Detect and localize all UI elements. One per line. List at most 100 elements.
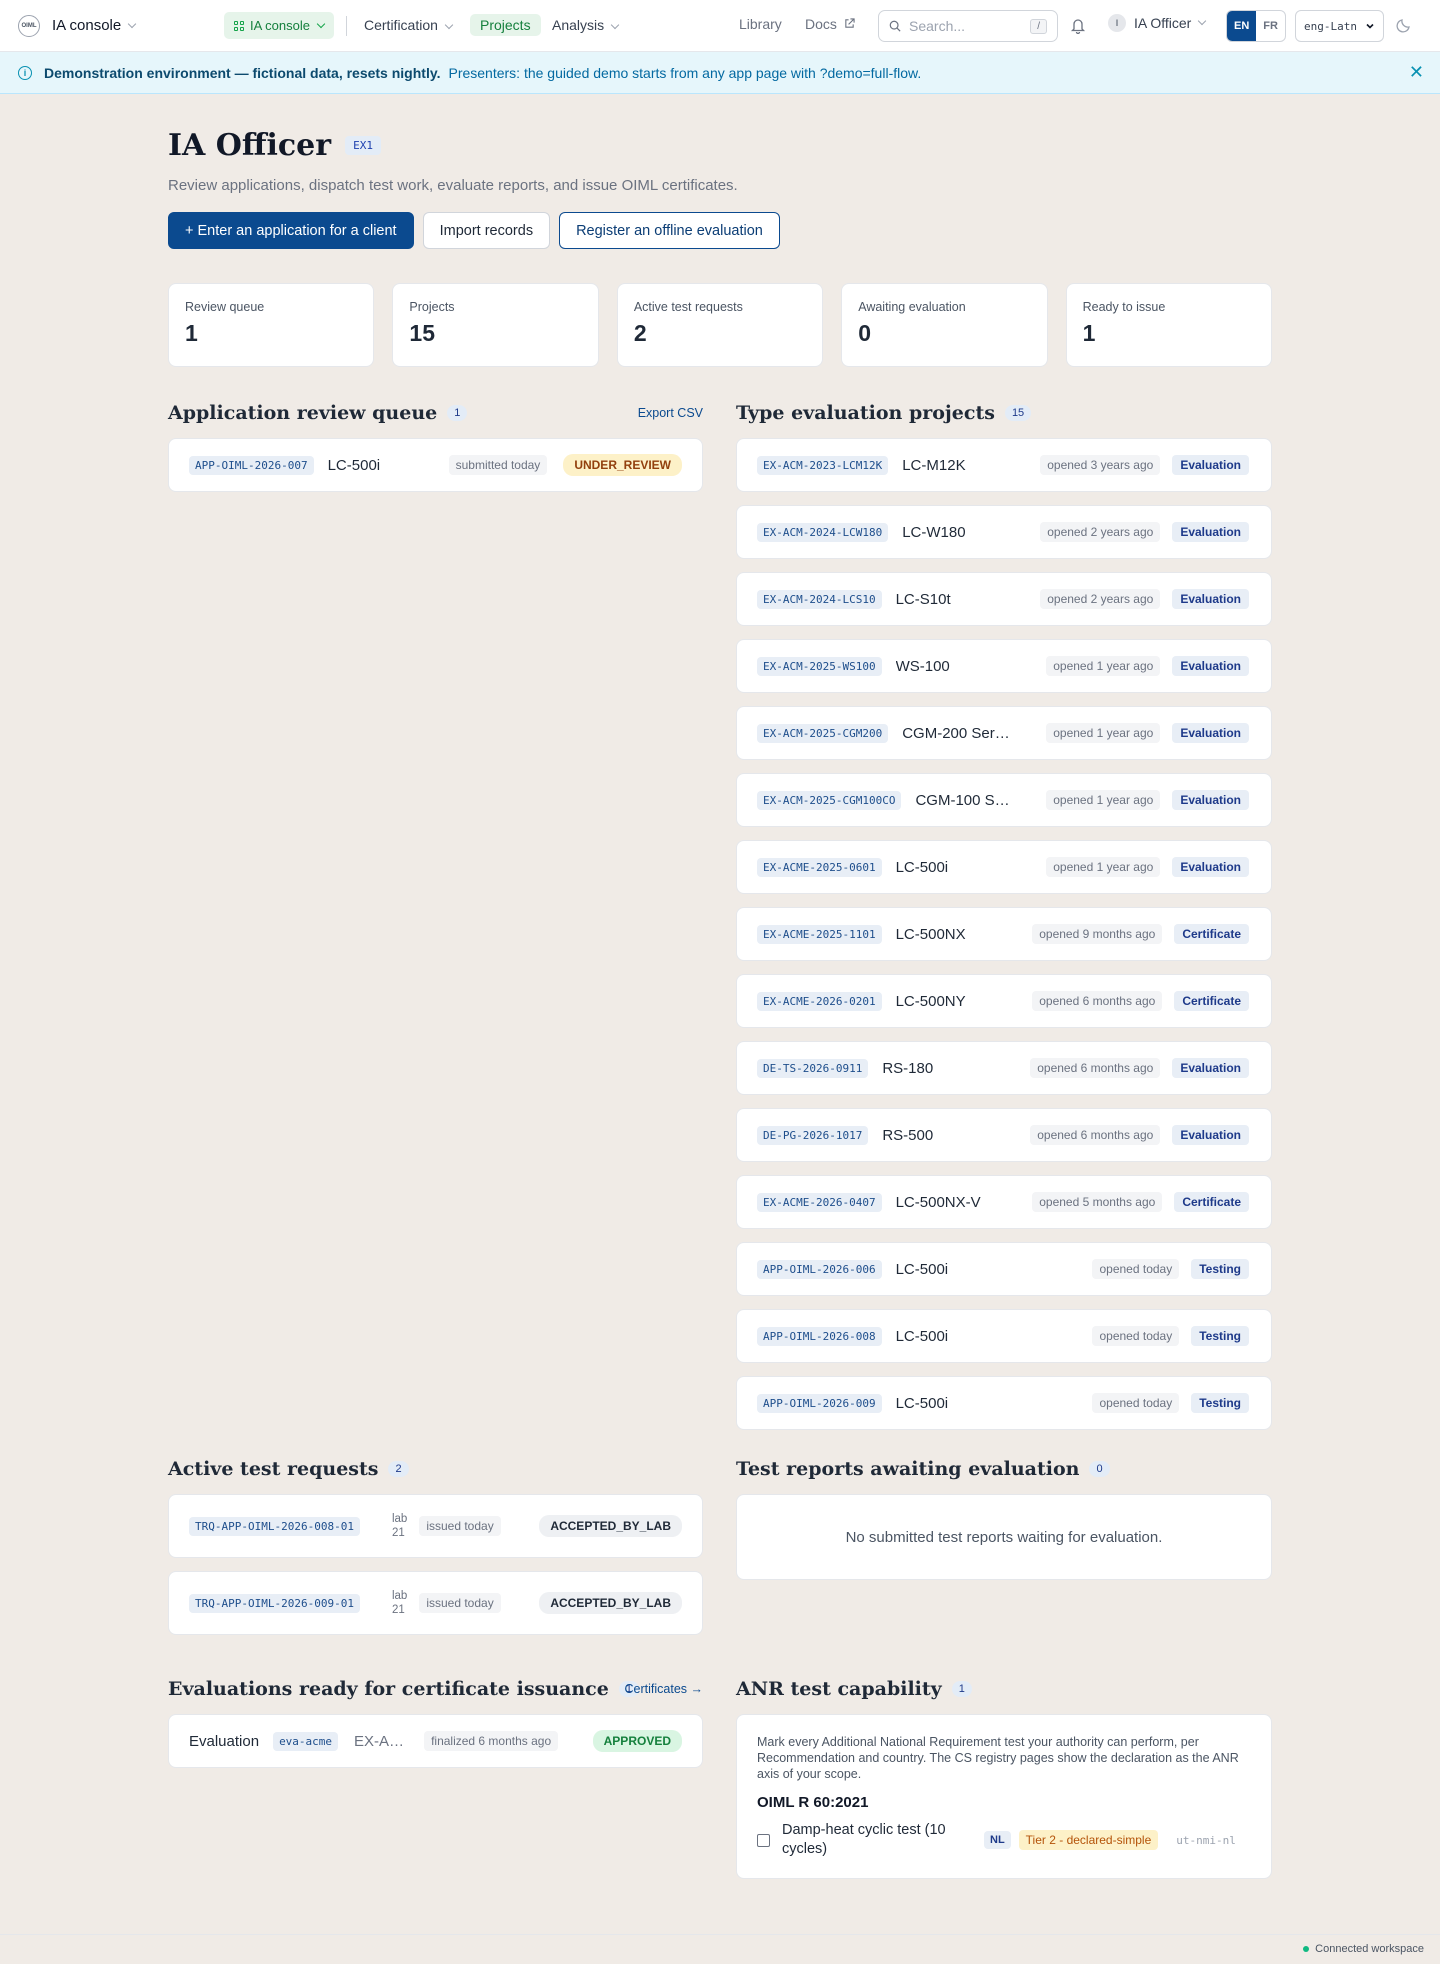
export-csv-link[interactable]: Export CSV <box>638 406 703 420</box>
stats-row: Review queue 1 Projects 15 Active test req… <box>168 283 1273 367</box>
project-code: APP-OIML-2026-006 <box>757 1259 882 1279</box>
chevron-down-icon <box>610 20 620 30</box>
project-meta: opened today Testing <box>1092 1393 1249 1413</box>
reports-count: 0 <box>1089 1461 1110 1477</box>
project-time: opened 6 months ago <box>1030 1125 1161 1145</box>
project-code: APP-OIML-2026-008 <box>757 1326 882 1346</box>
project-time: opened 5 months ago <box>1032 1192 1163 1212</box>
nav-certification[interactable]: Certification <box>354 14 462 36</box>
project-time: opened 2 years ago <box>1040 522 1161 542</box>
nav-divider <box>346 16 347 36</box>
console-switcher[interactable]: IA console <box>224 12 334 39</box>
bell-icon[interactable] <box>1070 17 1086 34</box>
lang-en-button[interactable]: EN <box>1227 11 1257 41</box>
review-queue-section: Application review queue 1 Export CSV AP… <box>168 402 703 492</box>
close-icon[interactable]: ✕ <box>1409 63 1424 81</box>
project-row[interactable]: EX-ACM-2024-LCW180 LC-W180 opened 2 years … <box>736 505 1272 559</box>
project-stage-badge: Evaluation <box>1172 522 1249 542</box>
lab-label: lab 21 <box>391 1513 408 1539</box>
search-input[interactable]: Search... / <box>878 10 1058 42</box>
project-row[interactable]: APP-OIML-2026-006 LC-500i opened today Test… <box>736 1242 1272 1296</box>
list-item[interactable]: APP-OIML-2026-007 LC-500i submitted toda… <box>168 438 703 492</box>
project-row[interactable]: EX-ACME-2026-0407 LC-500NX-V opened 5 mont… <box>736 1175 1272 1229</box>
project-time: opened 2 years ago <box>1040 589 1161 609</box>
project-code: DE-TS-2026-0911 <box>757 1058 869 1078</box>
enter-application-button[interactable]: + Enter an application for a client <box>168 212 414 249</box>
anr-card: Mark every Additional National Requireme… <box>736 1714 1272 1879</box>
project-code: EX-ACM-2025-CGM100CO <box>757 790 902 810</box>
info-icon: i <box>18 65 32 80</box>
project-stage-badge: Evaluation <box>1172 455 1249 475</box>
project-row[interactable]: EX-ACME-2026-0201 LC-500NY opened 6 months… <box>736 974 1272 1028</box>
list-item[interactable]: TRQ-APP-OIML-2026-008-01 lab 21 issued to… <box>168 1494 703 1558</box>
list-item[interactable]: TRQ-APP-OIML-2026-009-01 lab 21 issued to… <box>168 1571 703 1635</box>
top-navigation-bar: OIML IA console IA console Certification… <box>0 0 1440 52</box>
status-dot-icon <box>1303 1946 1310 1952</box>
footer: Connected workspace <box>0 1934 1440 1964</box>
certificates-link[interactable]: Certificates → <box>625 1682 704 1696</box>
nav-analysis[interactable]: Analysis <box>542 14 628 36</box>
project-row[interactable]: APP-OIML-2026-009 LC-500i opened today Test… <box>736 1376 1272 1430</box>
stat-review-queue[interactable]: Review queue 1 <box>168 283 375 367</box>
register-offline-evaluation-button[interactable]: Register an offline evaluation <box>559 212 780 249</box>
demo-banner: i Demonstration environment — fictional … <box>0 52 1440 94</box>
evaluation-label: Evaluation <box>189 1732 260 1750</box>
user-menu[interactable]: I IA Officer <box>1108 14 1207 32</box>
app-name[interactable]: IA console <box>52 17 121 34</box>
anr-test-name: Damp-heat cyclic test (10 cycles) <box>782 1822 946 1857</box>
project-meta: opened 9 months ago Certificate <box>1032 924 1249 944</box>
project-stage-badge: Evaluation <box>1172 1058 1249 1078</box>
project-time: opened 9 months ago <box>1032 924 1163 944</box>
tier-badge: Tier 2 - declared-simple <box>1018 1830 1159 1850</box>
project-code: EX-ACME-2025-1101 <box>757 924 882 944</box>
lang-fr-button[interactable]: FR <box>1256 11 1285 41</box>
app-switcher-chevron-icon[interactable] <box>127 19 137 28</box>
nav-projects[interactable]: Projects <box>470 14 541 36</box>
project-time: opened today <box>1092 1326 1180 1346</box>
library-link[interactable]: Library <box>739 16 782 32</box>
anr-description: Mark every Additional National Requireme… <box>757 1735 1239 1781</box>
project-model: LC-500NY <box>895 992 966 1010</box>
connection-status: Connected workspace <box>1303 1943 1424 1955</box>
project-model: CGM-200 Ser… <box>902 724 1010 742</box>
stat-active-test-requests[interactable]: Active test requests 2 <box>616 283 824 367</box>
anr-test-checkbox[interactable] <box>757 1833 770 1847</box>
import-records-button[interactable]: Import records <box>422 212 551 249</box>
project-row[interactable]: EX-ACM-2025-WS100 WS-100 opened 1 year ago… <box>736 639 1272 693</box>
docs-link[interactable]: Docs <box>805 16 855 32</box>
moon-icon[interactable] <box>1396 17 1412 33</box>
oiml-logo[interactable]: OIML <box>18 14 40 37</box>
project-code: EX-ACME-2025-0601 <box>757 857 882 877</box>
list-item[interactable]: Evaluation eva-acme EX-A… finalized 6 mo… <box>168 1714 703 1768</box>
script-select[interactable]: eng-Latn <box>1295 10 1384 42</box>
anr-recommendation: OIML R 60:2021 <box>757 1794 869 1811</box>
review-queue-heading: Application review queue 1 Export CSV <box>168 402 703 424</box>
ready-heading: Evaluations ready for certificate issuan… <box>168 1678 703 1700</box>
project-row[interactable]: APP-OIML-2026-008 LC-500i opened today Test… <box>736 1309 1272 1363</box>
project-model: LC-W180 <box>902 523 966 541</box>
banner-note: Presenters: the guided demo starts from … <box>448 64 922 81</box>
project-meta: opened today Testing <box>1092 1326 1249 1346</box>
project-row[interactable]: EX-ACM-2024-LCS10 LC-S10t opened 2 years a… <box>736 572 1272 626</box>
project-time: opened 6 months ago <box>1032 991 1163 1011</box>
stat-ready-to-issue[interactable]: Ready to issue 1 <box>1065 283 1273 367</box>
project-row[interactable]: EX-ACME-2025-0601 LC-500i opened 1 year ag… <box>736 840 1272 894</box>
project-meta: opened today Testing <box>1092 1259 1249 1279</box>
project-row[interactable]: EX-ACM-2025-CGM100CO CGM-100 S… opened 1 y… <box>736 773 1272 827</box>
stat-projects[interactable]: Projects 15 <box>392 283 599 367</box>
project-row[interactable]: DE-TS-2026-0911 RS-180 opened 6 months ago… <box>736 1041 1272 1095</box>
projects-list: EX-ACM-2023-LCM12K LC-M12K opened 3 years … <box>736 438 1272 1430</box>
project-time: opened 1 year ago <box>1046 656 1161 676</box>
project-row[interactable]: EX-ACME-2025-1101 LC-500NX opened 9 months… <box>736 907 1272 961</box>
project-time: opened today <box>1092 1259 1180 1279</box>
project-time: opened 3 years ago <box>1040 455 1161 475</box>
search-placeholder: Search... <box>909 18 966 34</box>
user-name: IA Officer <box>1134 15 1192 31</box>
project-row[interactable]: EX-ACM-2023-LCM12K LC-M12K opened 3 years … <box>736 438 1272 492</box>
projects-section: Type evaluation projects 15 EX-ACM-2023-… <box>736 402 1272 1443</box>
project-model: LC-500i <box>895 1394 949 1412</box>
stat-awaiting-evaluation[interactable]: Awaiting evaluation 0 <box>841 283 1048 367</box>
project-row[interactable]: DE-PG-2026-1017 RS-500 opened 6 months ago… <box>736 1108 1272 1162</box>
project-stage-badge: Evaluation <box>1172 1125 1249 1145</box>
project-row[interactable]: EX-ACM-2025-CGM200 CGM-200 Ser… opened 1 y… <box>736 706 1272 760</box>
